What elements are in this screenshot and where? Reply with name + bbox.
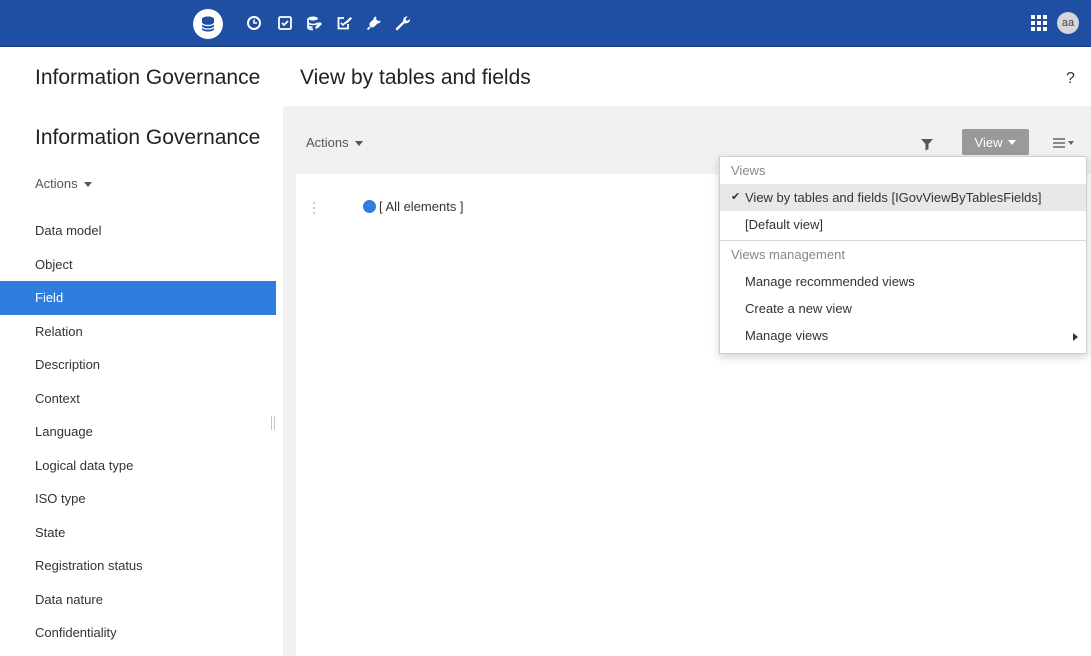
wrench-icon <box>395 16 411 31</box>
sidebar-title: Information Governance <box>35 126 261 149</box>
sidebar-item-confidentiality[interactable]: Confidentiality <box>0 616 276 650</box>
main-actions-label: Actions <box>306 135 349 150</box>
database-icon <box>201 16 215 32</box>
filter-icon <box>921 139 933 151</box>
view-dropdown-button[interactable]: View <box>962 129 1029 155</box>
main-actions-dropdown[interactable]: Actions <box>306 135 363 150</box>
sidebar-item-iso-type[interactable]: ISO type <box>0 482 276 516</box>
caret-down-icon <box>354 141 363 147</box>
manage-views-item[interactable]: Manage views <box>720 322 1086 349</box>
submenu-arrow-icon <box>1073 333 1078 341</box>
node-dot-icon <box>363 200 376 213</box>
plug-icon <box>366 16 381 31</box>
sidebar-actions-label: Actions <box>35 176 78 191</box>
clock-icon <box>247 16 261 30</box>
hamburger-icon <box>1053 138 1065 148</box>
view-option-default[interactable]: [Default view] <box>720 211 1086 238</box>
menu-item-label: Manage recommended views <box>745 274 915 289</box>
sidebar-item-relation[interactable]: Relation <box>0 315 276 349</box>
apps-grid-button[interactable] <box>1030 14 1048 32</box>
user-avatar[interactable]: aa <box>1057 12 1079 34</box>
clock-module-button[interactable] <box>242 11 266 35</box>
sidebar-item-data-nature[interactable]: Data nature <box>0 583 276 617</box>
view-option-label: View by tables and fields [IGovViewByTab… <box>745 190 1042 205</box>
view-option-label: [Default view] <box>745 217 824 232</box>
sidebar-item-data-model[interactable]: Data model <box>0 214 276 248</box>
checklist-icon <box>278 16 292 30</box>
database-module-button[interactable] <box>193 9 223 39</box>
database-edit-icon <box>307 16 322 31</box>
create-new-view-item[interactable]: Create a new view <box>720 295 1086 322</box>
sidebar-actions-dropdown[interactable]: Actions <box>35 176 92 191</box>
sidebar-menu: Data model Object Field Relation Descrip… <box>0 214 276 650</box>
tree-node-all-elements[interactable]: [ All elements ] <box>363 199 464 214</box>
list-menu-button[interactable] <box>1052 134 1084 152</box>
help-button[interactable]: ? <box>1066 70 1075 88</box>
caret-down-icon <box>1008 139 1017 145</box>
sidebar-item-object[interactable]: Object <box>0 248 276 282</box>
sidebar-item-context[interactable]: Context <box>0 382 276 416</box>
view-option-tables-fields[interactable]: ✔ View by tables and fields [IGovViewByT… <box>720 184 1086 211</box>
task-edit-icon <box>337 17 352 30</box>
checklist-module-button[interactable] <box>273 11 297 35</box>
sidebar-item-registration-status[interactable]: Registration status <box>0 549 276 583</box>
database-edit-module-button[interactable] <box>302 11 326 35</box>
grid-icon <box>1031 15 1047 31</box>
filter-button[interactable] <box>920 137 934 151</box>
wrench-module-button[interactable] <box>391 11 415 35</box>
menu-item-label: Create a new view <box>745 301 852 316</box>
tree-node-label: [ All elements ] <box>379 199 464 214</box>
views-management-header: Views management <box>731 247 845 262</box>
sidebar-item-description[interactable]: Description <box>0 348 276 382</box>
check-icon: ✔ <box>731 191 741 203</box>
plug-module-button[interactable] <box>362 11 386 35</box>
view-button-label: View <box>974 134 1003 150</box>
sidebar-item-state[interactable]: State <box>0 516 276 550</box>
app-title: Information Governance <box>35 66 261 89</box>
menu-item-label: Manage views <box>745 328 829 343</box>
sidebar-item-language[interactable]: Language <box>0 415 276 449</box>
caret-down-icon <box>83 182 92 188</box>
sidebar-item-field[interactable]: Field <box>0 281 276 315</box>
top-navigation-bar: aa <box>0 0 1091 47</box>
task-edit-module-button[interactable] <box>332 11 356 35</box>
caret-down-icon <box>1068 141 1074 145</box>
views-section-header: Views <box>731 163 766 178</box>
page-title: View by tables and fields <box>300 66 531 89</box>
drag-handle-icon[interactable] <box>312 201 316 215</box>
sidebar-item-logical-data-type[interactable]: Logical data type <box>0 449 276 483</box>
view-dropdown-menu: Views ✔ View by tables and fields [IGovV… <box>719 156 1087 354</box>
sidebar-splitter-handle[interactable] <box>271 416 275 430</box>
manage-recommended-views-item[interactable]: Manage recommended views <box>720 268 1086 295</box>
